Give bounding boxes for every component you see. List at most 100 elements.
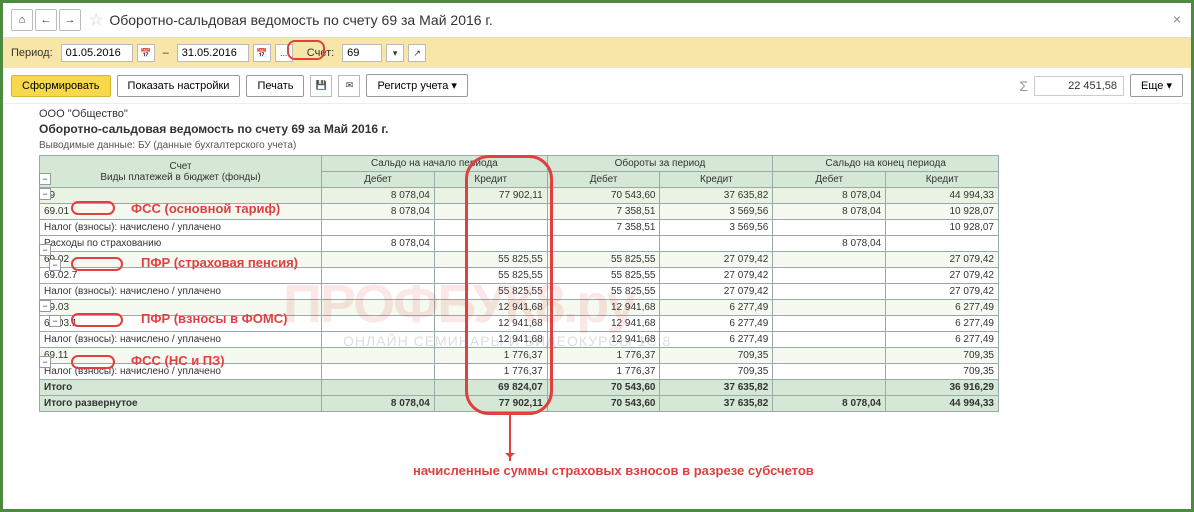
cell-value <box>434 204 547 220</box>
table-row[interactable]: Налог (взносы): начислено / уплачено55 8… <box>40 284 999 300</box>
mail-icon[interactable]: ✉ <box>338 75 360 97</box>
show-settings-button[interactable]: Показать настройки <box>117 75 241 97</box>
row-name: 69.02 <box>40 252 322 268</box>
table-row[interactable]: Итого развернутое 8 078,04 77 902,1170 543… <box>40 396 999 412</box>
table-row[interactable]: 698 078,0477 902,1170 543,6037 635,828 0… <box>40 188 999 204</box>
cell-value: 69 824,07 <box>434 380 547 396</box>
period-bar: Период: 📅 – 📅 ... Счет: ▾ ↗ <box>3 38 1191 68</box>
home-button[interactable]: ⌂ <box>11 9 33 31</box>
th-debit3: Дебет <box>773 172 886 188</box>
cell-value <box>886 236 999 252</box>
more-button[interactable]: Еще ▾ <box>1130 74 1183 97</box>
org-name: ООО "Общество" <box>39 108 1155 120</box>
cell-value: 77 902,11 <box>434 188 547 204</box>
table-row[interactable]: 69.02.755 825,5555 825,5527 079,4227 079… <box>40 268 999 284</box>
cell-value: 77 902,11 <box>434 396 547 412</box>
cell-value <box>773 380 886 396</box>
tree-toggle[interactable]: − <box>39 188 51 200</box>
table-row[interactable]: Налог (взносы): начислено / уплачено12 9… <box>40 332 999 348</box>
cell-value <box>773 268 886 284</box>
cell-value: 55 825,55 <box>434 284 547 300</box>
back-button[interactable]: ← <box>35 9 57 31</box>
cell-value: 1 776,37 <box>547 364 660 380</box>
table-row[interactable]: Итого69 824,0770 543,6037 635,8236 916,2… <box>40 380 999 396</box>
account-input[interactable] <box>342 44 382 62</box>
table-row[interactable]: Налог (взносы): начислено / уплачено7 35… <box>40 220 999 236</box>
cell-value: 6 277,49 <box>660 316 773 332</box>
cell-value: 7 358,51 <box>547 204 660 220</box>
cell-value: 12 941,68 <box>547 316 660 332</box>
table-row[interactable]: 69.018 078,047 358,513 569,568 078,0410 … <box>40 204 999 220</box>
table-row[interactable]: 69.0255 825,5555 825,5527 079,4227 079,4… <box>40 252 999 268</box>
cell-value: 55 825,55 <box>547 252 660 268</box>
cell-value <box>660 236 773 252</box>
cell-value: 27 079,42 <box>660 284 773 300</box>
cell-value <box>322 380 435 396</box>
row-name: 69.11 <box>40 348 322 364</box>
date-to-input[interactable] <box>177 44 249 62</box>
tree-toggle[interactable]: − <box>39 173 51 185</box>
tree-toggle[interactable]: − <box>49 259 61 271</box>
cell-value: 70 543,60 <box>547 396 660 412</box>
th-credit2: Кредит <box>660 172 773 188</box>
cell-value: 55 825,55 <box>547 284 660 300</box>
tree-toggle[interactable]: − <box>39 356 51 368</box>
date-from-input[interactable] <box>61 44 133 62</box>
cell-value: 8 078,04 <box>773 396 886 412</box>
report-subtitle: Выводимые данные: БУ (данные бухгалтерск… <box>39 140 1155 151</box>
print-button[interactable]: Печать <box>246 75 304 97</box>
table-row[interactable]: Расходы по страхованию8 078,048 078,04 <box>40 236 999 252</box>
report-title: Оборотно-сальдовая ведомость по счету 69… <box>39 122 1155 136</box>
forward-button[interactable]: → <box>59 9 81 31</box>
table-row[interactable]: 69.0312 941,6812 941,686 277,496 277,49 <box>40 300 999 316</box>
th-credit1: Кредит <box>434 172 547 188</box>
sigma-icon: Σ <box>1019 78 1028 94</box>
favorite-icon[interactable]: ☆ <box>89 10 103 30</box>
cell-value <box>773 284 886 300</box>
cell-value <box>434 236 547 252</box>
cell-value: 55 825,55 <box>547 268 660 284</box>
row-name: 69 <box>40 188 322 204</box>
tree-toggle[interactable]: − <box>39 244 51 256</box>
cell-value: 10 928,07 <box>886 220 999 236</box>
cell-value: 27 079,42 <box>886 284 999 300</box>
dash: – <box>163 47 169 59</box>
register-button[interactable]: Регистр учета ▾ <box>366 74 467 97</box>
cell-value: 6 277,49 <box>660 300 773 316</box>
tree-toggle[interactable]: − <box>39 300 51 312</box>
table-row[interactable]: Налог (взносы): начислено / уплачено1 77… <box>40 364 999 380</box>
cell-value <box>322 348 435 364</box>
cell-value <box>322 220 435 236</box>
save-icon[interactable]: 💾 <box>310 75 332 97</box>
table-row[interactable]: 69.111 776,371 776,37709,35709,35 <box>40 348 999 364</box>
th-end-balance: Сальдо на конец периода <box>773 156 999 172</box>
cell-value <box>322 252 435 268</box>
close-button[interactable]: × <box>1173 11 1181 27</box>
row-name: Итого <box>40 380 322 396</box>
cell-value: 1 776,37 <box>434 348 547 364</box>
cell-value: 3 569,56 <box>660 204 773 220</box>
table-row[interactable]: 69.03.112 941,6812 941,686 277,496 277,4… <box>40 316 999 332</box>
account-dropdown-button[interactable]: ▾ <box>386 44 404 62</box>
cell-value: 6 277,49 <box>660 332 773 348</box>
cell-value: 37 635,82 <box>660 396 773 412</box>
tree-toggle[interactable]: − <box>49 315 61 327</box>
titlebar: ⌂ ← → ☆ Оборотно-сальдовая ведомость по … <box>3 3 1191 38</box>
report-table: СчетВиды платежей в бюджет (фонды) Сальд… <box>39 155 999 412</box>
period-ellipsis-button[interactable]: ... <box>275 44 293 62</box>
account-open-button[interactable]: ↗ <box>408 44 426 62</box>
th-credit3: Кредит <box>886 172 999 188</box>
calendar-to-icon[interactable]: 📅 <box>253 44 271 62</box>
row-name: Итого развернутое <box>40 396 322 412</box>
cell-value: 44 994,33 <box>886 188 999 204</box>
annotation-bottom-caption: начисленные суммы страховых взносов в ра… <box>413 463 814 478</box>
cell-value <box>773 252 886 268</box>
calendar-from-icon[interactable]: 📅 <box>137 44 155 62</box>
th-start-balance: Сальдо на начало периода <box>322 156 548 172</box>
cell-value: 8 078,04 <box>322 204 435 220</box>
cell-value: 36 916,29 <box>886 380 999 396</box>
cell-value: 709,35 <box>660 348 773 364</box>
cell-value: 3 569,56 <box>660 220 773 236</box>
form-button[interactable]: Сформировать <box>11 75 111 97</box>
cell-value <box>322 300 435 316</box>
